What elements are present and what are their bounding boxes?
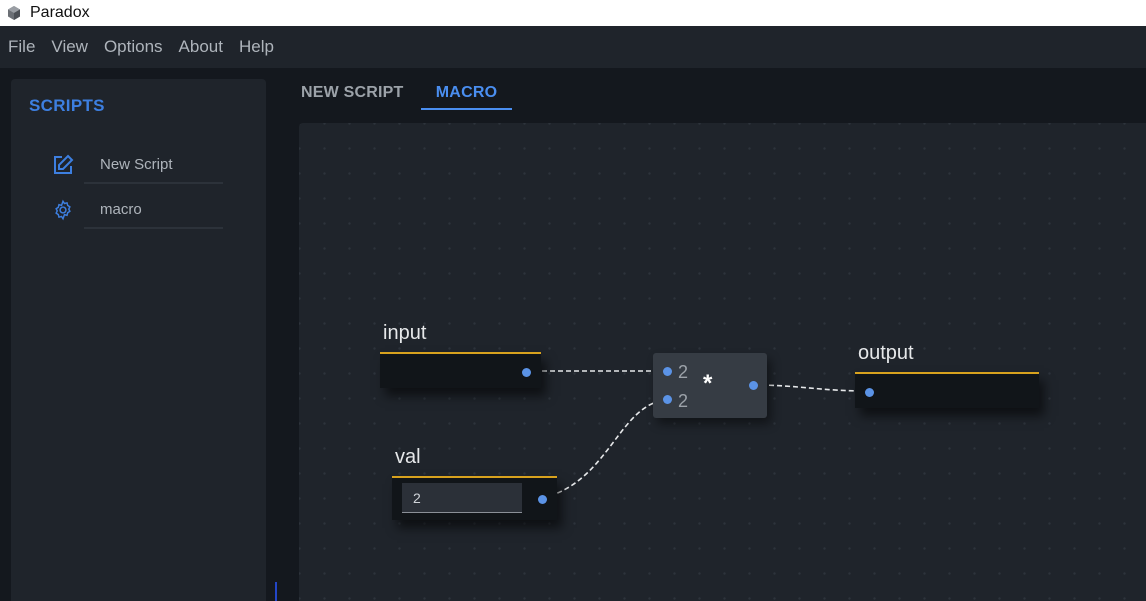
menu-view[interactable]: View [51,37,88,57]
sidebar-item-macro[interactable]: macro [51,191,226,229]
menu-bar: File View Options About Help [0,26,1146,68]
output-node-label: output [858,342,914,364]
multiply-input-value-2: 2 [678,391,689,411]
sidebar-item-label: macro [100,200,142,218]
app-logo-icon [8,6,20,20]
output-node[interactable] [855,372,1039,408]
edit-icon [51,153,75,177]
tab-macro[interactable]: MACRO [421,84,512,110]
menu-file[interactable]: File [8,37,35,57]
multiply-symbol: * [703,370,713,397]
input-output-port[interactable] [522,368,531,377]
wire-val-to-multiply [541,399,668,499]
output-input-port[interactable] [865,388,874,397]
title-bar: Paradox [0,0,1146,26]
tab-new-script[interactable]: NEW SCRIPT [301,84,403,110]
multiply-input-port-1[interactable] [663,367,672,376]
val-node-label: val [395,446,421,468]
menu-options[interactable]: Options [104,37,163,57]
scripts-sidebar: SCRIPTS New Script macro [11,79,266,601]
sidebar-item-new-script[interactable]: New Script [51,146,226,184]
menu-help[interactable]: Help [239,37,274,57]
window-title: Paradox [30,4,90,21]
multiply-node[interactable]: 2 2 * [653,353,767,418]
gear-icon [51,198,75,222]
input-node-label: input [383,322,427,344]
sidebar-item-label: New Script [100,155,173,173]
multiply-input-value-1: 2 [678,362,689,382]
node-graph-canvas[interactable]: input val 2 2 * output [299,123,1146,601]
menu-about[interactable]: About [179,37,223,57]
scroll-indicator [275,582,277,601]
sidebar-title: SCRIPTS [29,96,105,115]
multiply-output-port[interactable] [749,381,758,390]
multiply-input-port-2[interactable] [663,395,672,404]
wire-multiply-to-output [752,384,870,392]
val-value-input[interactable] [402,483,522,513]
val-output-port[interactable] [538,495,547,504]
main-area: SCRIPTS New Script macro NEW SCRIPT MACR… [0,68,1146,601]
input-node[interactable] [380,352,541,388]
